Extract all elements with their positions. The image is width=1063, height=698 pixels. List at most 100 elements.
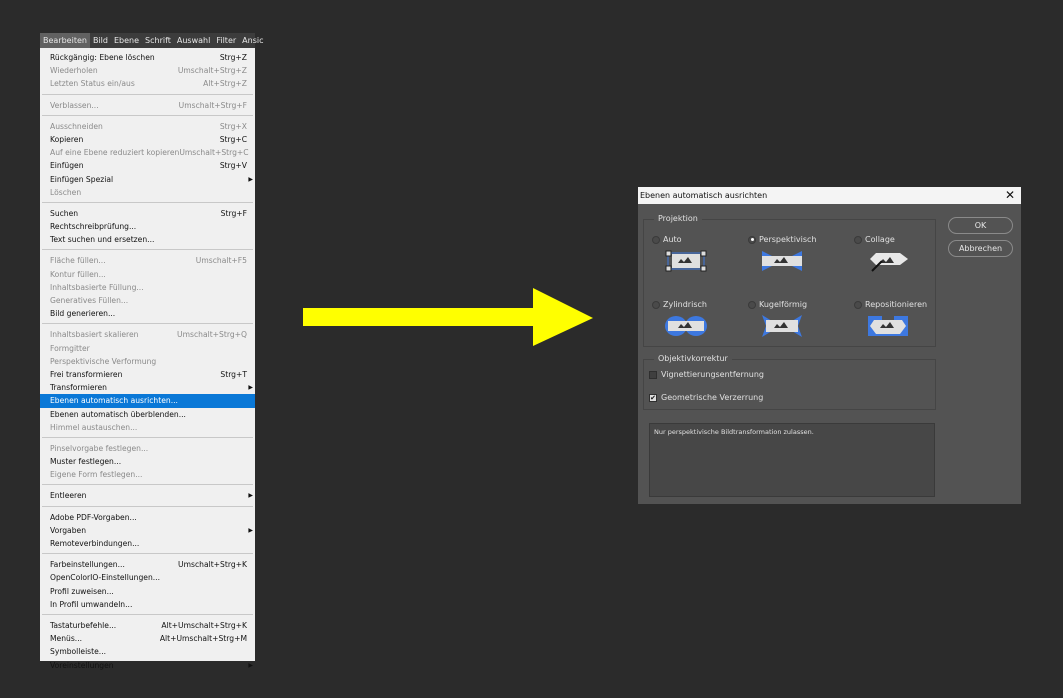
- menu-separator: [40, 91, 255, 99]
- menubar-item[interactable]: Bearbeiten: [40, 33, 90, 48]
- menu-item[interactable]: Ebenen automatisch ausrichten...: [40, 394, 255, 408]
- menu-item-label: Fläche füllen...: [50, 256, 106, 266]
- menu-item-label: Kontur füllen...: [50, 269, 106, 279]
- radio-button[interactable]: [748, 300, 756, 309]
- menubar-item[interactable]: Bild: [90, 33, 111, 48]
- radio-button[interactable]: [854, 300, 862, 309]
- menu-item[interactable]: Adobe PDF-Vorgaben...: [40, 511, 255, 524]
- menu-item[interactable]: OpenColorIO-Einstellungen...: [40, 571, 255, 584]
- projection-label: Zylindrisch: [663, 300, 707, 309]
- radio-button[interactable]: [652, 235, 660, 244]
- collage-projection-icon[interactable]: [866, 249, 910, 275]
- projection-radio[interactable]: Repositionieren: [854, 300, 927, 309]
- menu-item[interactable]: Remoteverbindungen...: [40, 537, 255, 550]
- menu-item-label: Ebenen automatisch überblenden...: [50, 409, 186, 419]
- menu-item-label: Generatives Füllen...: [50, 296, 129, 305]
- menu-item-shortcut: Alt+Umschalt+Strg+K: [161, 620, 247, 630]
- radio-button[interactable]: [854, 235, 862, 244]
- radio-button[interactable]: [748, 235, 756, 244]
- menu-item-shortcut: Umschalt+Strg+Z: [177, 66, 247, 76]
- menu-separator: [40, 246, 255, 254]
- edit-menu: Bearbeiten Bild Ebene Schrift Auswahl Filter A…: [40, 33, 264, 670]
- menu-item-label: Voreinstellungen: [50, 660, 114, 670]
- reposition-projection-icon[interactable]: [866, 314, 910, 340]
- menubar-item[interactable]: Auswahl: [174, 33, 213, 48]
- menu-item[interactable]: Voreinstellungen ▶: [40, 659, 255, 672]
- menubar-item[interactable]: Ansic: [239, 33, 266, 48]
- menu-item-label: Frei transformieren: [50, 369, 123, 379]
- menu-item-shortcut: Umschalt+Strg+F: [178, 100, 247, 110]
- menu-item[interactable]: Muster festlegen...: [40, 455, 255, 468]
- menu-item[interactable]: Transformieren ▶: [40, 381, 255, 394]
- menu-item[interactable]: Rechtschreibprüfung...: [40, 220, 255, 233]
- spherical-projection-icon[interactable]: [760, 314, 804, 340]
- lens-correction-label: Objektivkorrektur: [654, 354, 732, 363]
- vignette-checkbox[interactable]: Vignettierungsentfernung: [649, 370, 764, 379]
- menu-item-label: Adobe PDF-Vorgaben...: [50, 512, 137, 522]
- menu-item: Eigene Form festlegen...: [40, 468, 255, 481]
- menu-item[interactable]: Menüs... Alt+Umschalt+Strg+M: [40, 632, 255, 645]
- checkbox-box[interactable]: ✔: [649, 393, 657, 402]
- ok-button[interactable]: OK: [948, 217, 1013, 234]
- menu-item[interactable]: Bild generieren...: [40, 307, 255, 320]
- menu-item-label: Tastaturbefehle...: [50, 620, 117, 630]
- projection-label: Projektion: [654, 214, 702, 223]
- radio-button[interactable]: [652, 300, 660, 309]
- auto-projection-icon[interactable]: [664, 249, 708, 275]
- perspective-projection-icon[interactable]: [760, 249, 804, 275]
- vignette-label: Vignettierungsentfernung: [661, 370, 764, 379]
- menu-item[interactable]: Tastaturbefehle... Alt+Umschalt+Strg+K: [40, 619, 255, 632]
- menu-item-label: Bild generieren...: [50, 309, 116, 319]
- menubar-item[interactable]: Filter: [213, 33, 239, 48]
- menubar-item[interactable]: Schrift: [142, 33, 174, 48]
- projection-radio[interactable]: Zylindrisch: [652, 300, 707, 309]
- menu-item-label: Vorgaben: [50, 525, 87, 535]
- menu-item-label: Pinselvorgabe festlegen...: [50, 443, 149, 453]
- checkbox-box[interactable]: [649, 370, 657, 379]
- projection-radio[interactable]: Auto: [652, 235, 682, 244]
- projection-radio[interactable]: Perspektivisch: [748, 235, 817, 244]
- menu-separator: [40, 199, 255, 207]
- menu-item: Inhaltsbasierte Füllung...: [40, 281, 255, 294]
- geometric-distortion-checkbox[interactable]: ✔ Geometrische Verzerrung: [649, 393, 763, 402]
- menu-item-shortcut: Umschalt+Strg+C: [179, 148, 249, 158]
- menubar-item[interactable]: Ebene: [111, 33, 142, 48]
- menu-item[interactable]: In Profil umwandeln...: [40, 598, 255, 611]
- menu-item[interactable]: Einfügen Spezial ▶: [40, 173, 255, 186]
- menu-separator: [40, 112, 255, 120]
- menu-item[interactable]: Vorgaben ▶: [40, 524, 255, 537]
- projection-label: Kugelförmig: [759, 300, 808, 309]
- menu-item[interactable]: Ebenen automatisch überblenden...: [40, 408, 255, 421]
- menu-item-label: Rückgängig: Ebene löschen: [50, 53, 155, 62]
- menu-item-label: Entleeren: [50, 491, 87, 501]
- menu-item[interactable]: Rückgängig: Ebene löschen Strg+Z: [40, 51, 255, 64]
- menu-item[interactable]: Text suchen und ersetzen...: [40, 233, 255, 246]
- menu-item: Ausschneiden Strg+X: [40, 120, 255, 133]
- menu-item: Löschen: [40, 186, 255, 199]
- menu-item: Pinselvorgabe festlegen...: [40, 442, 255, 455]
- menu-item[interactable]: Suchen Strg+F: [40, 207, 255, 220]
- menu-item-label: Inhaltsbasierte Füllung...: [50, 282, 144, 292]
- projection-radio[interactable]: Collage: [854, 235, 895, 244]
- menu-item-label: Eigene Form festlegen...: [50, 470, 143, 480]
- menu-item-label: Text suchen und ersetzen...: [50, 235, 155, 245]
- submenu-arrow-icon: ▶: [248, 175, 253, 183]
- menu-item-label: Profil zuweisen...: [50, 586, 114, 596]
- close-icon[interactable]: ✕: [1005, 187, 1015, 204]
- menu-item[interactable]: Kopieren Strg+C: [40, 133, 255, 146]
- menu-item[interactable]: Farbeinstellungen... Umschalt+Strg+K: [40, 558, 255, 571]
- menu-item: Fläche füllen... Umschalt+F5: [40, 254, 255, 267]
- menu-separator: [40, 550, 255, 558]
- projection-radio[interactable]: Kugelförmig: [748, 300, 807, 309]
- menu-item[interactable]: Entleeren ▶: [40, 489, 255, 502]
- menu-item[interactable]: Symbolleiste...: [40, 645, 255, 658]
- menu-item[interactable]: Frei transformieren Strg+T: [40, 368, 255, 381]
- cylindrical-projection-icon[interactable]: [664, 314, 708, 340]
- menu-item-label: Löschen: [50, 187, 82, 197]
- cancel-button[interactable]: Abbrechen: [948, 240, 1013, 257]
- menu-item[interactable]: Profil zuweisen...: [40, 585, 255, 598]
- menu-item-shortcut: Strg+V: [219, 161, 247, 171]
- menu-separator: [40, 434, 255, 442]
- menu-item[interactable]: Einfügen Strg+V: [40, 159, 255, 172]
- projection-label: Auto: [663, 235, 682, 244]
